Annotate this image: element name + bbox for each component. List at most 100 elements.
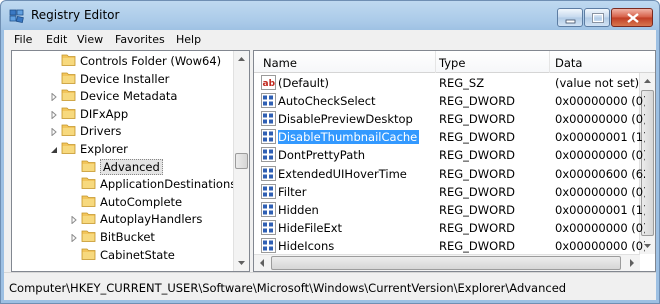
window-title: Registry Editor (31, 8, 120, 22)
column-divider[interactable] (549, 51, 550, 73)
collapsed-arrow-icon[interactable] (70, 232, 78, 243)
status-bar: Computer\HKEY_CURRENT_USER\Software\Micr… (4, 272, 656, 300)
values-list[interactable]: Name Type Data ab (Default) REG_SZ (valu… (253, 50, 656, 272)
folder-icon (61, 106, 77, 120)
folder-icon (81, 229, 97, 243)
value-type: REG_DWORD (439, 148, 516, 163)
value-data: 0x00000000 (0) (555, 220, 645, 235)
menu-file[interactable]: File (14, 33, 32, 46)
list-horizontal-scrollbar[interactable] (254, 254, 640, 271)
registry-value-row[interactable]: HideFileExt REG_DWORD 0x00000000 (0) (254, 219, 645, 237)
collapsed-arrow-icon[interactable] (50, 91, 58, 102)
tree-item[interactable]: Device Installer (12, 70, 234, 88)
tree-item[interactable]: Drivers (12, 122, 234, 140)
close-button[interactable] (611, 8, 653, 27)
value-data: 0x00000000 (0) (555, 148, 645, 163)
tree-item-label: Explorer (80, 142, 128, 156)
column-header-name[interactable]: Name (263, 56, 297, 70)
menu-help[interactable]: Help (176, 33, 201, 46)
scroll-right-arrow-icon[interactable] (624, 255, 640, 271)
value-type: REG_DWORD (439, 220, 516, 235)
folder-icon (81, 211, 97, 225)
value-type: REG_DWORD (439, 94, 516, 109)
registry-value-row[interactable]: Filter REG_DWORD 0x00000000 (0) (254, 183, 645, 201)
scroll-left-arrow-icon[interactable] (254, 255, 270, 271)
collapsed-arrow-icon[interactable] (70, 214, 78, 225)
scroll-down-arrow-icon[interactable] (234, 255, 249, 271)
folder-icon (61, 88, 77, 102)
expanded-arrow-icon[interactable] (50, 144, 58, 153)
value-type: REG_DWORD (439, 238, 516, 253)
menu-edit[interactable]: Edit (46, 33, 67, 46)
folder-icon (81, 176, 97, 190)
registry-value-row[interactable]: ab (Default) REG_SZ (value not set) (254, 74, 644, 92)
folder-icon (81, 194, 97, 208)
value-type: REG_DWORD (439, 166, 516, 181)
value-name-text: Filter (278, 184, 307, 199)
dword-value-icon (261, 111, 276, 127)
registry-tree[interactable]: CabinetState BitBucket AutoplayHandlers Aut… (11, 50, 250, 272)
registry-editor-window: Registry Editor File Edit View Favorites… (0, 0, 660, 304)
value-data: 0x00000000 (0) (555, 112, 645, 127)
menu-bar: File Edit View Favorites Help (4, 30, 656, 50)
value-data: (value not set) (555, 76, 640, 90)
tree-item-label: Advanced (100, 158, 163, 175)
registry-value-row[interactable]: Hidden REG_DWORD 0x00000001 (1) (254, 201, 645, 219)
value-data: 0x00000001 (1) (555, 130, 645, 145)
maximize-button[interactable] (584, 8, 610, 27)
menu-favorites[interactable]: Favorites (115, 33, 165, 46)
menu-view[interactable]: View (77, 33, 103, 46)
scroll-up-arrow-icon[interactable] (234, 51, 249, 67)
collapsed-arrow-icon[interactable] (50, 109, 58, 120)
tree-item[interactable]: ApplicationDestinations (12, 175, 237, 193)
svg-text:ab: ab (263, 79, 276, 89)
title-bar[interactable]: Registry Editor (1, 1, 659, 29)
tree-vertical-scrollbar[interactable] (233, 51, 249, 271)
tree-item-label: CabinetState (100, 247, 175, 262)
tree-item[interactable]: BitBucket (12, 228, 234, 246)
column-divider[interactable] (435, 51, 436, 73)
dword-value-icon (261, 129, 276, 145)
value-name: HideIcons (278, 239, 435, 253)
registry-value-row[interactable]: DontPrettyPath REG_DWORD 0x00000000 (0) (254, 146, 645, 164)
tree-item[interactable]: Controls Folder (Wow64) (12, 52, 234, 70)
value-name: Filter (278, 185, 435, 199)
value-type: REG_DWORD (439, 130, 516, 145)
value-type: REG_SZ (439, 76, 485, 90)
tree-item[interactable]: Device Metadata (12, 87, 234, 105)
tree-item-label: Controls Folder (Wow64) (80, 54, 222, 68)
tree-item[interactable]: Advanced (12, 158, 234, 176)
value-name-text: (Default) (278, 76, 329, 90)
value-name: AutoCheckSelect (278, 94, 435, 108)
list-hscroll-thumb[interactable] (271, 256, 621, 270)
string-value-icon: ab (261, 75, 276, 90)
client-area: CabinetState BitBucket AutoplayHandlers Aut… (4, 50, 656, 272)
column-header-data[interactable]: Data (555, 56, 582, 70)
tree-item[interactable]: AutoplayHandlers (12, 210, 234, 228)
value-name: DisableThumbnailCache (278, 130, 435, 145)
tree-item[interactable]: DIFxApp (12, 105, 234, 123)
registry-value-row[interactable]: DisablePreviewDesktop REG_DWORD 0x00000000… (254, 110, 645, 128)
tree-item[interactable]: AutoComplete (12, 193, 234, 211)
column-header-type[interactable]: Type (439, 56, 465, 70)
registry-value-row[interactable]: AutoCheckSelect REG_DWORD 0x00000000 (0) (254, 92, 645, 110)
registry-value-row[interactable]: DisableThumbnailCache REG_DWORD 0x00000001… (254, 128, 645, 146)
value-name-text: DontPrettyPath (278, 148, 366, 163)
open-folder-icon (61, 141, 77, 155)
dword-value-icon (261, 147, 276, 163)
tree-item-label: Device Metadata (80, 89, 178, 104)
value-data: 0x00000000 (0) (555, 238, 645, 253)
value-name-text: AutoCheckSelect (278, 94, 376, 109)
value-name: Hidden (278, 203, 435, 217)
registry-editor-icon (9, 8, 25, 24)
minimize-button[interactable] (557, 8, 583, 27)
folder-icon (61, 123, 77, 137)
value-data: 0x00000000 (0) (555, 94, 645, 109)
tree-item-label: ApplicationDestinations (100, 177, 237, 192)
tree-scroll-thumb[interactable] (235, 153, 248, 169)
collapsed-arrow-icon[interactable] (50, 126, 58, 137)
tree-item[interactable]: CabinetState (12, 246, 234, 264)
registry-value-row[interactable]: ExtendedUIHoverTime REG_DWORD 0x00000600 (… (254, 165, 645, 183)
registry-value-row[interactable]: HideIcons REG_DWORD 0x00000000 (0) (254, 237, 645, 255)
tree-item[interactable]: Explorer (12, 140, 234, 158)
